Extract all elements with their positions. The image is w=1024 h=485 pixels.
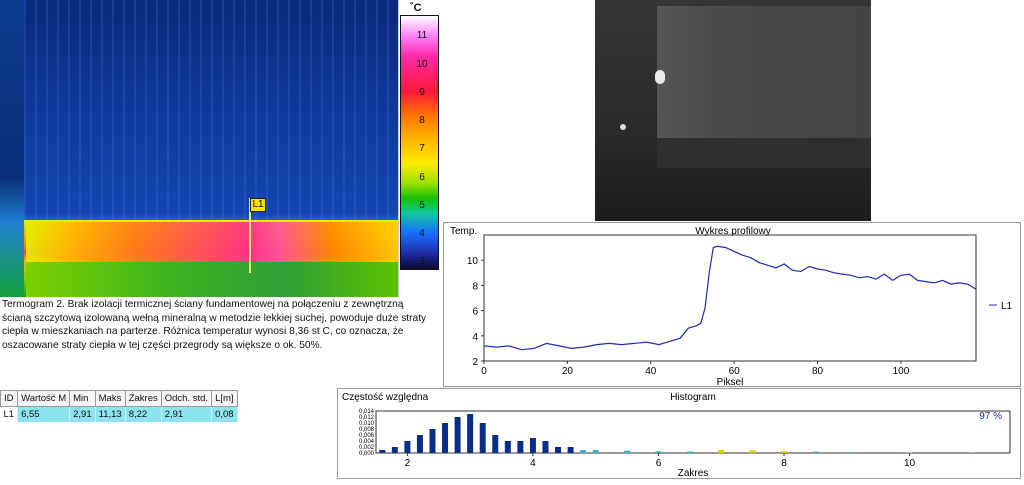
y-tick-label: 8 bbox=[472, 281, 478, 292]
histogram-annotation: 97 % bbox=[979, 411, 1002, 422]
cell-id: L1 bbox=[1, 407, 18, 423]
profile-marker-label[interactable]: L1 bbox=[250, 198, 266, 212]
scale-tick: 9 bbox=[412, 87, 432, 98]
x-tick-label: 60 bbox=[729, 366, 741, 377]
thermogram-image: L1 bbox=[0, 0, 398, 297]
scale-tick: 3 bbox=[412, 256, 432, 267]
histogram-bar bbox=[624, 451, 630, 453]
column-header[interactable]: Min bbox=[70, 391, 96, 407]
histogram-bar bbox=[480, 423, 486, 453]
table-header-row: ID Wartość M Min Maks Zakres Odch. std. … bbox=[1, 391, 238, 407]
thermogram-left-edge bbox=[0, 0, 24, 297]
histogram-bar bbox=[907, 452, 913, 453]
photo-light-spot bbox=[655, 70, 665, 84]
photo-wall bbox=[657, 6, 871, 138]
x-tick-label: 80 bbox=[812, 366, 824, 377]
x-tick-label: 4 bbox=[530, 458, 536, 469]
x-tick-label: 100 bbox=[893, 366, 910, 377]
cell-std: 2,91 bbox=[161, 407, 211, 423]
plot-frame bbox=[484, 235, 976, 361]
thermogram-ground-band bbox=[26, 262, 398, 297]
histogram-bar bbox=[781, 451, 787, 453]
legend-label: L1 bbox=[1001, 301, 1013, 312]
histogram-bar bbox=[417, 435, 423, 453]
cell-min: 2,91 bbox=[70, 407, 96, 423]
x-tick-label: 6 bbox=[656, 458, 662, 469]
column-header[interactable]: Maks bbox=[95, 391, 125, 407]
y-tick-label: 4 bbox=[472, 332, 478, 343]
column-header[interactable]: Zakres bbox=[125, 391, 161, 407]
scale-tick: 11 bbox=[412, 30, 432, 41]
histogram-bar bbox=[555, 447, 561, 453]
x-tick-label: 10 bbox=[904, 458, 916, 469]
x-tick-label: 40 bbox=[645, 366, 657, 377]
histogram-bar bbox=[750, 450, 756, 453]
histogram-bar bbox=[812, 452, 818, 454]
y-axis-label: Temp. bbox=[450, 226, 477, 237]
histogram-bar bbox=[687, 452, 693, 454]
x-tick-label: 8 bbox=[781, 458, 787, 469]
x-axis-label: Zakres bbox=[678, 468, 709, 479]
cell-range: 8,22 bbox=[125, 407, 161, 423]
scale-tick: 7 bbox=[412, 143, 432, 154]
histogram-bar bbox=[467, 414, 473, 453]
cell-length: 0,08 bbox=[212, 407, 238, 423]
y-axis-label: Częstość względna bbox=[342, 392, 429, 403]
scale-tick: 8 bbox=[412, 115, 432, 126]
photo-light-spot bbox=[620, 124, 626, 130]
scale-tick: 6 bbox=[412, 172, 432, 183]
x-tick-label: 0 bbox=[481, 366, 487, 377]
histogram-bar bbox=[655, 451, 661, 453]
color-scale-unit: ˚C bbox=[410, 2, 422, 14]
y-tick-label: 10 bbox=[467, 256, 479, 267]
histogram-bar bbox=[593, 450, 599, 453]
column-header[interactable]: Wartość M bbox=[18, 391, 70, 407]
scale-tick: 4 bbox=[412, 228, 432, 239]
column-header[interactable]: L[m] bbox=[212, 391, 238, 407]
y-tick-label: 2 bbox=[472, 357, 478, 368]
histogram-bar bbox=[392, 447, 398, 453]
y-tick-label: 6 bbox=[472, 307, 478, 318]
histogram-bar bbox=[530, 438, 536, 453]
histogram-bar bbox=[404, 441, 410, 453]
histogram-bar bbox=[492, 435, 498, 453]
visible-light-photo bbox=[595, 0, 871, 221]
histogram-bar bbox=[455, 417, 461, 453]
histogram-bar bbox=[568, 447, 574, 453]
cell-mean: 6,55 bbox=[18, 407, 70, 423]
histogram-bar bbox=[442, 423, 448, 453]
table-row[interactable]: L1 6,55 2,91 11,13 8,22 2,91 0,08 bbox=[1, 407, 238, 423]
chart-title: Histogram bbox=[670, 392, 716, 403]
histogram-bar bbox=[542, 441, 548, 453]
histogram-panel: Częstość względnaHistogram97 %0,0140,012… bbox=[337, 388, 1021, 479]
histogram-bar bbox=[844, 452, 850, 453]
histogram-bar bbox=[580, 450, 586, 453]
cell-max: 11,13 bbox=[95, 407, 125, 423]
histogram-bar bbox=[379, 450, 385, 453]
measurement-table: ID Wartość M Min Maks Zakres Odch. std. … bbox=[0, 390, 238, 422]
histogram-bar bbox=[505, 441, 511, 453]
column-header[interactable]: Odch. std. bbox=[161, 391, 211, 407]
column-header[interactable]: ID bbox=[1, 391, 18, 407]
photo-foundation bbox=[657, 138, 871, 168]
histogram-chart: Częstość względnaHistogram97 %0,0140,012… bbox=[338, 389, 1022, 480]
thermogram-wall-stripes bbox=[24, 0, 398, 220]
profile-chart: Temp.Wykres profilowy020406080100246810P… bbox=[444, 223, 1022, 388]
x-axis-label: Piksel bbox=[717, 377, 744, 388]
x-tick-label: 20 bbox=[562, 366, 574, 377]
scale-tick: 5 bbox=[412, 200, 432, 211]
y-tick-label: 0,000 bbox=[359, 451, 375, 457]
histogram-bar bbox=[429, 429, 435, 453]
histogram-bar bbox=[718, 450, 724, 453]
histogram-bar bbox=[517, 441, 523, 453]
series-line-l1 bbox=[484, 246, 976, 349]
x-tick-label: 2 bbox=[405, 458, 411, 469]
scale-tick: 10 bbox=[412, 59, 432, 70]
thermogram-caption: Termogram 2. Brak izolacji termicznej śc… bbox=[2, 298, 427, 352]
profile-chart-panel: Temp.Wykres profilowy020406080100246810P… bbox=[443, 222, 1021, 387]
